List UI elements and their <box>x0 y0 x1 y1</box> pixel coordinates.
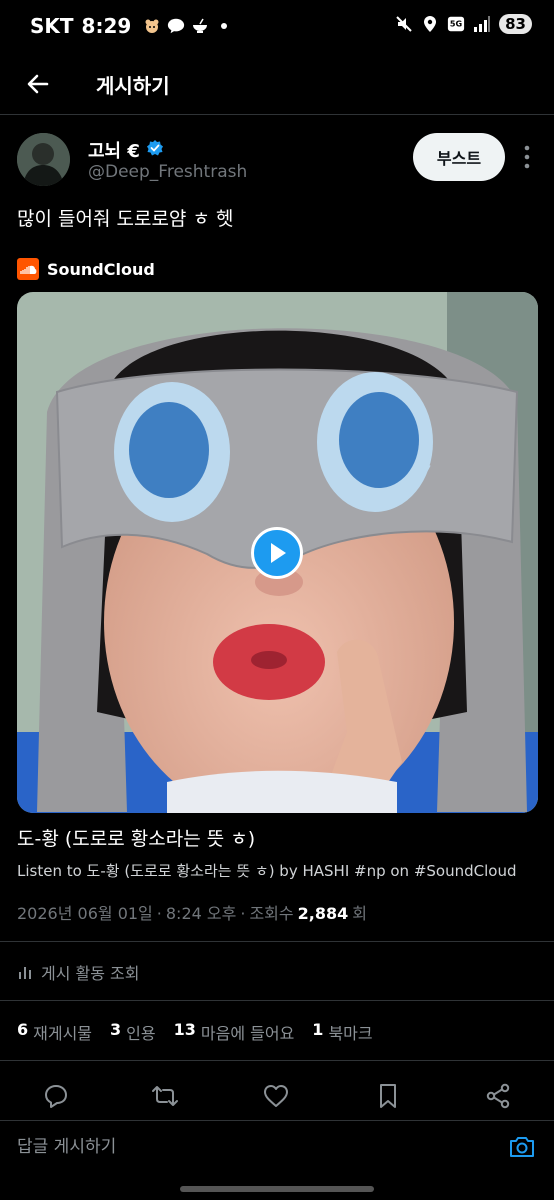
carrier-label: SKT <box>30 14 74 38</box>
bookmarks-stat[interactable]: 1 북마크 <box>312 1020 372 1044</box>
repost-icon <box>152 1086 178 1106</box>
card-description[interactable]: Listen to 도-황 (도로로 황소라는 뜻 ㅎ) by HASHI #n… <box>17 860 516 881</box>
status-left: SKT 8:29 <box>30 14 233 38</box>
likes-stat[interactable]: 13 마음에 들어요 <box>174 1020 295 1044</box>
repost-button[interactable] <box>149 1080 181 1112</box>
activity-divider <box>0 1000 554 1001</box>
bookmark-icon <box>380 1084 396 1108</box>
location-icon <box>421 15 439 33</box>
post-activity-label: 게시 활동 조회 <box>41 964 140 983</box>
bookmarks-label: 북마크 <box>328 1024 373 1043</box>
engagement-stats: 6 재게시물 3 인용 13 마음에 들어요 1 북마크 <box>17 1020 373 1044</box>
play-button[interactable] <box>251 527 303 579</box>
boost-button[interactable]: 부스트 <box>413 133 505 181</box>
status-right: 5G 83 <box>395 14 532 34</box>
reposts-stat[interactable]: 6 재게시물 <box>17 1020 92 1044</box>
share-button[interactable] <box>482 1080 514 1112</box>
notification-icons <box>143 17 233 35</box>
bookmark-button[interactable] <box>372 1080 404 1112</box>
card-source-label: SoundCloud <box>47 259 155 279</box>
battery-icon: 83 <box>499 14 532 34</box>
signal-icon <box>473 15 491 33</box>
quotes-count: 3 <box>110 1020 122 1039</box>
analytics-icon <box>19 967 31 979</box>
views-unit: 회 <box>352 904 367 923</box>
likes-label: 마음에 들어요 <box>200 1024 295 1043</box>
reply-input[interactable] <box>17 1132 477 1162</box>
clock: 8:29 <box>81 14 132 38</box>
bowl-icon <box>191 17 209 35</box>
talk-icon <box>167 17 185 35</box>
network-label: 5G <box>450 19 463 29</box>
author-name[interactable]: 고뇌 € <box>88 137 140 163</box>
card-source[interactable]: SoundCloud <box>17 258 155 280</box>
arrow-left-icon <box>27 74 49 94</box>
views-label: 조회수 <box>249 904 294 923</box>
views-count: 2,884 <box>297 904 349 923</box>
reply-icon <box>45 1085 67 1108</box>
media-card-image[interactable] <box>17 292 538 813</box>
hamster-icon <box>143 17 161 35</box>
post-date: 2026년 06월 01일 <box>17 904 153 923</box>
quotes-label: 인용 <box>126 1024 156 1043</box>
bookmarks-count: 1 <box>312 1020 324 1039</box>
more-vertical-icon <box>524 145 530 169</box>
action-bar <box>0 1076 554 1116</box>
likes-count: 13 <box>173 1020 196 1039</box>
header-divider <box>0 114 554 115</box>
avatar[interactable] <box>17 133 70 186</box>
top-app-bar: 게시하기 <box>0 56 554 112</box>
mute-icon <box>395 15 413 33</box>
camera-button[interactable] <box>506 1132 538 1162</box>
post-text: 많이 들어줘 도로로얌 ㅎ 헷 <box>17 208 234 230</box>
home-indicator[interactable] <box>180 1186 374 1192</box>
dot-icon <box>215 17 233 35</box>
post-meta: 2026년 06월 01일 · 8:24 오후 · 조회수 2,884 회 <box>17 900 367 924</box>
post-time: 8:24 오후 <box>165 904 237 923</box>
actions-divider <box>0 1120 554 1121</box>
meta-separator: · <box>156 904 162 923</box>
network-icon: 5G <box>447 15 465 33</box>
stats-divider <box>0 1060 554 1061</box>
soundcloud-logo-icon <box>17 258 39 280</box>
reposts-label: 재게시물 <box>33 1024 93 1043</box>
like-button[interactable] <box>260 1080 292 1112</box>
share-icon <box>486 1083 510 1109</box>
camera-icon <box>510 1137 534 1157</box>
author-handle[interactable]: @Deep_Freshtrash <box>88 162 247 182</box>
card-title[interactable]: 도-황 (도로로 황소라는 뜻 ㅎ) <box>17 824 255 851</box>
heart-icon <box>264 1085 288 1107</box>
status-bar: SKT 8:29 5G 83 <box>0 0 554 52</box>
reposts-count: 6 <box>17 1020 29 1039</box>
verified-badge-icon <box>146 139 164 161</box>
author-name-row[interactable]: 고뇌 € <box>88 137 164 163</box>
back-button[interactable] <box>22 68 54 100</box>
meta-separator: · <box>240 904 246 923</box>
page-title: 게시하기 <box>96 74 170 98</box>
quotes-stat[interactable]: 3 인용 <box>110 1020 156 1044</box>
meta-divider <box>0 941 554 942</box>
play-icon <box>271 543 286 563</box>
more-options-button[interactable] <box>515 140 539 174</box>
reply-composer <box>0 1122 554 1172</box>
reply-button[interactable] <box>40 1080 72 1112</box>
post-activity-link[interactable]: 게시 활동 조회 <box>17 960 140 984</box>
